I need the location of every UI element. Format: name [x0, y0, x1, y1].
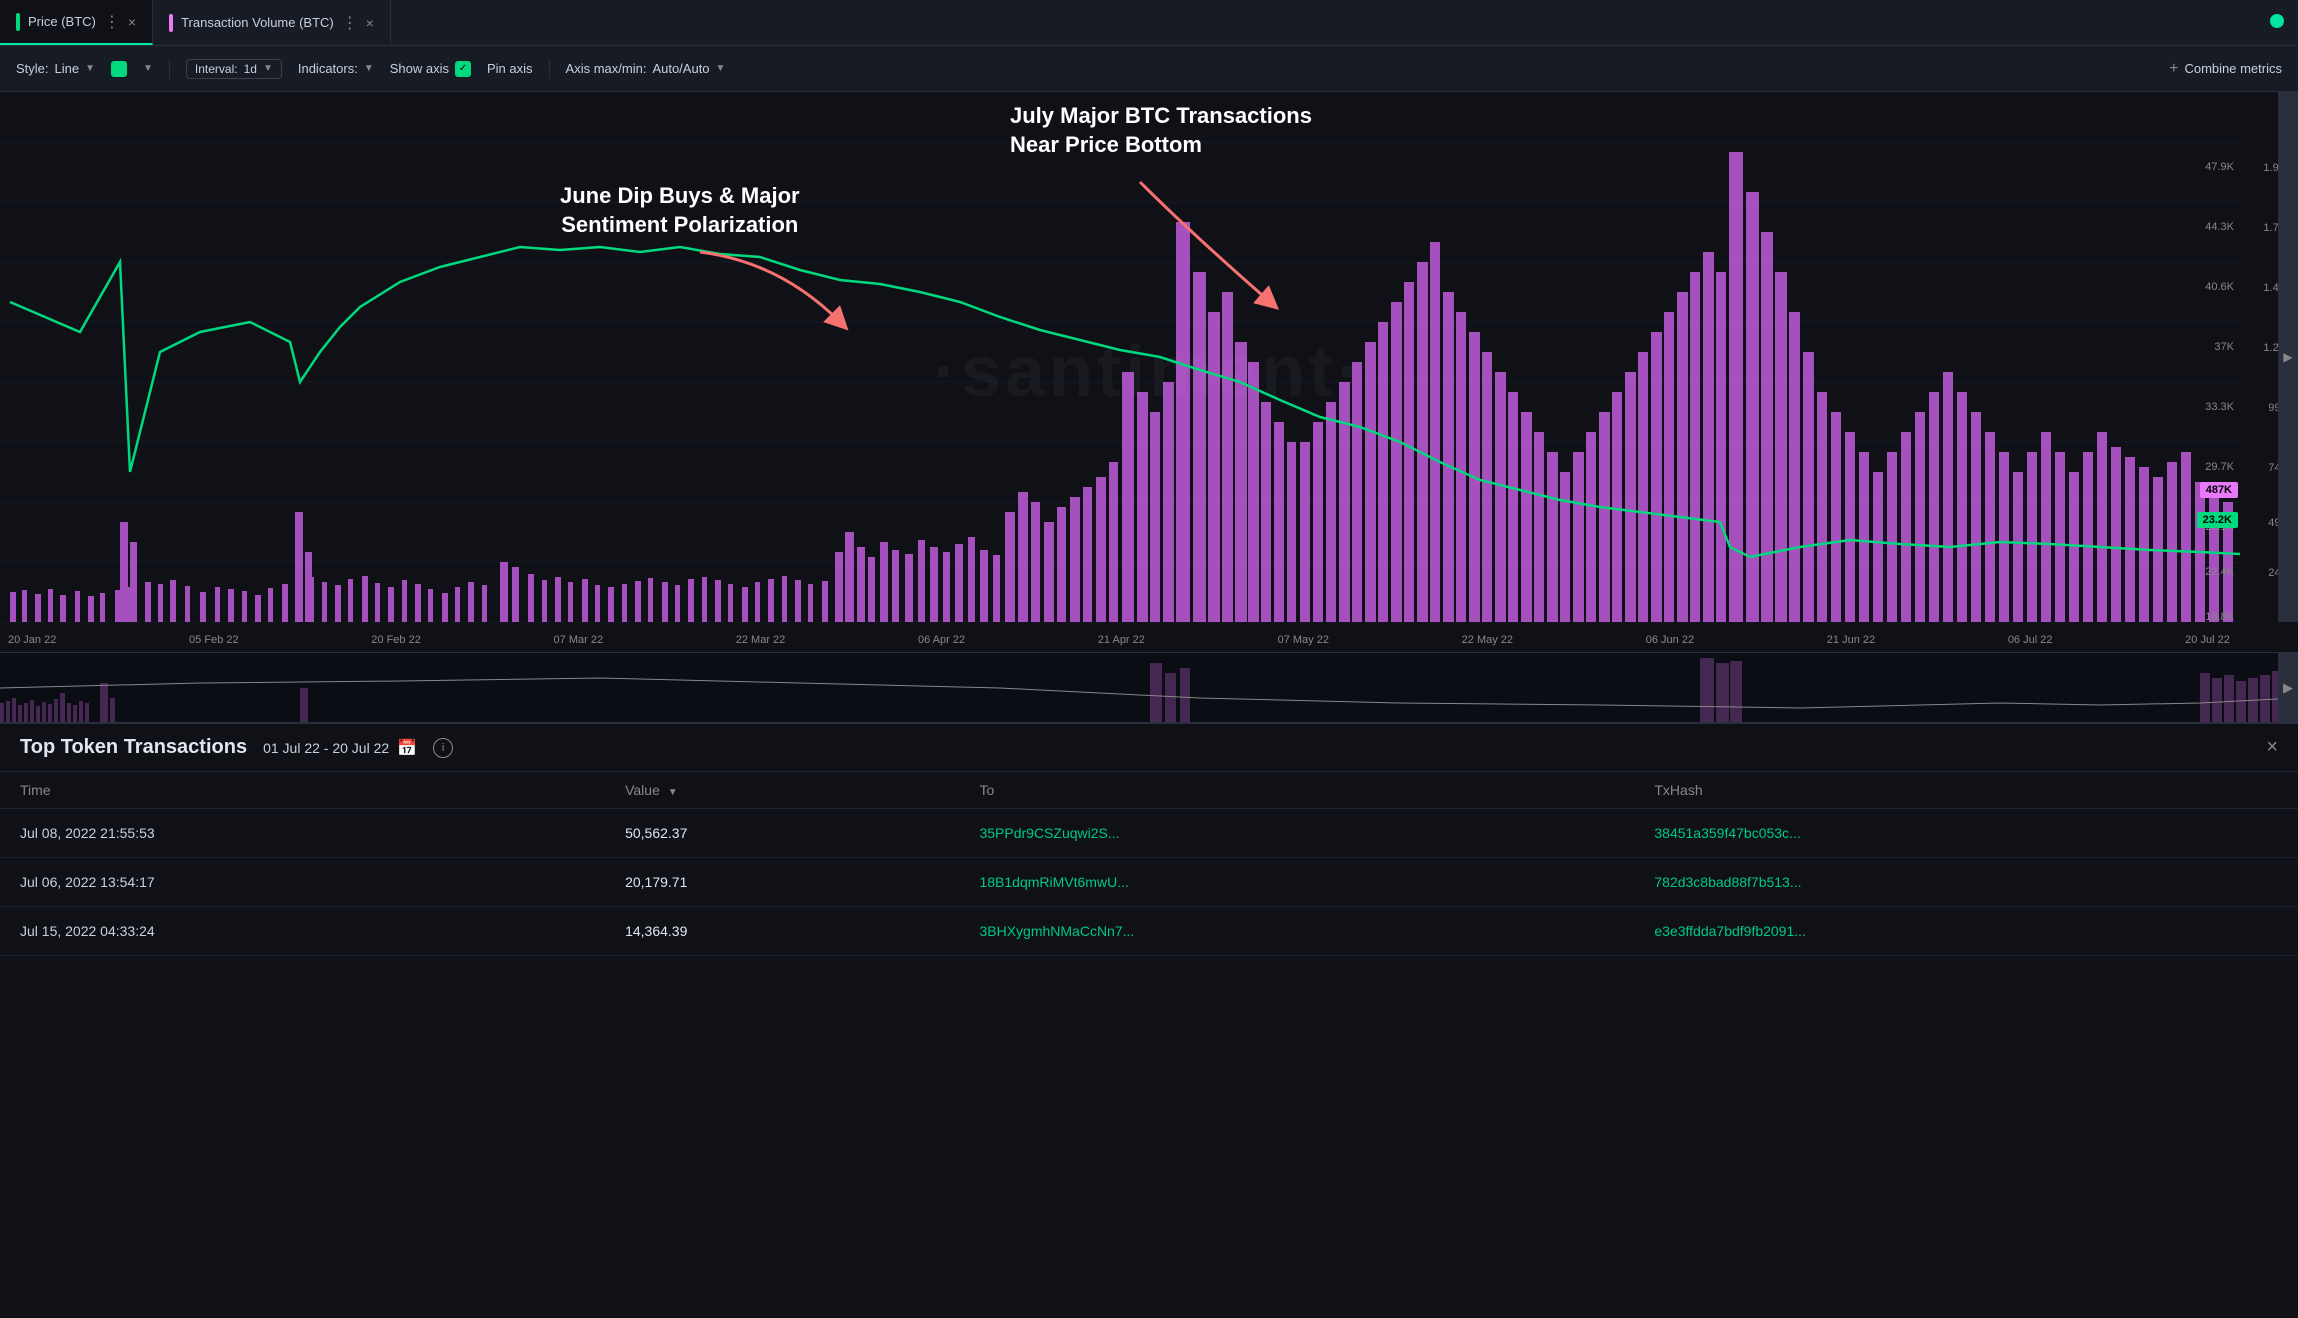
volume-indicator — [169, 14, 173, 32]
tab-price-close[interactable]: × — [128, 15, 136, 29]
show-axis-label: Show axis — [390, 61, 449, 76]
chevron-right-icon: ▶ — [2283, 350, 2292, 364]
x-label-5: 22 Mar 22 — [736, 634, 786, 646]
tab-volume-close[interactable]: × — [366, 16, 374, 30]
axis-maxmin-chevron: ▼ — [716, 63, 726, 74]
col-txhash: TxHash — [1634, 772, 2298, 809]
chart-svg — [0, 92, 2298, 652]
tab-price[interactable]: Price (BTC) ⋮ × — [0, 0, 153, 45]
interval-value: 1d — [244, 62, 257, 76]
x-label-3: 20 Feb 22 — [371, 634, 421, 646]
tab-volume-menu[interactable]: ⋮ — [342, 13, 358, 33]
row3-txhash[interactable]: e3e3ffdda7bdf9fb2091... — [1634, 907, 2298, 956]
price-indicator — [16, 13, 20, 31]
show-axis-checkbox[interactable]: ✓ — [455, 61, 471, 77]
col-to: To — [959, 772, 1634, 809]
indicators-label: Indicators: — [298, 61, 358, 76]
separator-1 — [169, 59, 170, 79]
show-axis-toggle[interactable]: Show axis ✓ — [390, 61, 471, 77]
status-dot — [2270, 14, 2284, 28]
axis-maxmin-value: Auto/Auto — [652, 61, 709, 76]
style-value: Line — [55, 61, 80, 76]
x-label-2: 05 Feb 22 — [189, 634, 239, 646]
x-label-6: 06 Apr 22 — [918, 634, 965, 646]
x-label-8: 07 May 22 — [1278, 634, 1329, 646]
pin-axis-label: Pin axis — [487, 61, 533, 76]
panel-title: Top Token Transactions — [20, 736, 247, 759]
table-row: Jul 06, 2022 13:54:17 20,179.71 18B1dqmR… — [0, 858, 2298, 907]
style-label: Style: — [16, 61, 49, 76]
tab-price-menu[interactable]: ⋮ — [104, 12, 120, 32]
mini-chevron-icon: ▶ — [2283, 680, 2293, 696]
table-row: Jul 15, 2022 04:33:24 14,364.39 3BHXygmh… — [0, 907, 2298, 956]
style-selector[interactable]: Style: Line ▼ — [16, 61, 95, 76]
row3-to[interactable]: 3BHXygmhNMaCcNn7... — [959, 907, 1634, 956]
calendar-icon[interactable]: 📅 — [397, 738, 417, 758]
volume-current-label: 487K — [2200, 482, 2238, 498]
close-button[interactable]: × — [2266, 736, 2278, 759]
indicators-chevron: ▼ — [364, 63, 374, 74]
x-label-11: 21 Jun 22 — [1827, 634, 1875, 646]
scroll-right-arrow[interactable]: ▶ — [2278, 92, 2298, 622]
sort-arrow-icon: ▼ — [668, 787, 678, 798]
col-time: Time — [0, 772, 605, 809]
bottom-panel-header: Top Token Transactions 01 Jul 22 - 20 Ju… — [0, 724, 2298, 772]
tab-price-label: Price (BTC) — [28, 14, 96, 29]
row3-value: 14,364.39 — [605, 907, 959, 956]
interval-chevron: ▼ — [263, 63, 273, 74]
style-chevron: ▼ — [85, 63, 95, 74]
axis-maxmin-selector[interactable]: Axis max/min: Auto/Auto ▼ — [566, 61, 726, 76]
tab-volume-label: Transaction Volume (BTC) — [181, 15, 334, 30]
combine-metrics-button[interactable]: + Combine metrics — [2169, 60, 2282, 78]
bottom-panel: Top Token Transactions 01 Jul 22 - 20 Ju… — [0, 722, 2298, 956]
info-text: i — [442, 742, 444, 754]
x-label-10: 06 Jun 22 — [1646, 634, 1694, 646]
axis-maxmin-label: Axis max/min: — [566, 61, 647, 76]
row1-to[interactable]: 35PPdr9CSZuqwi2S... — [959, 809, 1634, 858]
tab-bar: Price (BTC) ⋮ × Transaction Volume (BTC)… — [0, 0, 2298, 46]
tab-volume[interactable]: Transaction Volume (BTC) ⋮ × — [153, 0, 391, 45]
row1-time: Jul 08, 2022 21:55:53 — [0, 809, 605, 858]
app-container: Price (BTC) ⋮ × Transaction Volume (BTC)… — [0, 0, 2298, 1318]
color-chevron: ▼ — [143, 63, 153, 74]
row2-txhash[interactable]: 782d3c8bad88f7b513... — [1634, 858, 2298, 907]
mini-chart-svg — [0, 653, 2298, 722]
mini-chart-scroll-arrow[interactable]: ▶ — [2278, 653, 2298, 722]
row2-to[interactable]: 18B1dqmRiMVt6mwU... — [959, 858, 1634, 907]
x-label-7: 21 Apr 22 — [1098, 634, 1145, 646]
interval-selector[interactable]: Interval: 1d ▼ — [186, 59, 282, 79]
col-value-label: Value — [625, 782, 660, 798]
info-icon[interactable]: i — [433, 738, 453, 758]
transactions-table: Time Value ▼ To TxHash Jul 08, 2022 21:5… — [0, 772, 2298, 956]
toolbar: Style: Line ▼ ▼ Interval: 1d ▼ Indicator… — [0, 46, 2298, 92]
mini-chart[interactable]: ▶ — [0, 652, 2298, 722]
table-row: Jul 08, 2022 21:55:53 50,562.37 35PPdr9C… — [0, 809, 2298, 858]
row2-value: 20,179.71 — [605, 858, 959, 907]
indicators-selector[interactable]: Indicators: ▼ — [298, 61, 374, 76]
price-current-label: 23.2K — [2197, 512, 2238, 528]
color-selector[interactable]: ▼ — [143, 63, 153, 74]
x-label-12: 06 Jul 22 — [2008, 634, 2053, 646]
date-range: 01 Jul 22 - 20 Jul 22 📅 — [263, 738, 417, 758]
separator-2 — [549, 59, 550, 79]
date-range-text: 01 Jul 22 - 20 Jul 22 — [263, 740, 389, 756]
x-label-13: 20 Jul 22 — [2185, 634, 2230, 646]
combine-label: Combine metrics — [2184, 61, 2282, 76]
row1-txhash[interactable]: 38451a359f47bc053c... — [1634, 809, 2298, 858]
pin-axis-toggle[interactable]: Pin axis — [487, 61, 533, 76]
row3-time: Jul 15, 2022 04:33:24 — [0, 907, 605, 956]
x-label-4: 07 Mar 22 — [554, 634, 604, 646]
x-label-1: 20 Jan 22 — [8, 634, 56, 646]
x-label-9: 22 May 22 — [1462, 634, 1513, 646]
color-swatch[interactable] — [111, 61, 127, 77]
row2-time: Jul 06, 2022 13:54:17 — [0, 858, 605, 907]
chart-container: ·santiment· — [0, 92, 2298, 652]
combine-plus-icon: + — [2169, 60, 2178, 78]
x-axis: 20 Jan 22 05 Feb 22 20 Feb 22 07 Mar 22 … — [0, 628, 2238, 652]
row1-value: 50,562.37 — [605, 809, 959, 858]
interval-label: Interval: — [195, 62, 238, 76]
col-value[interactable]: Value ▼ — [605, 772, 959, 809]
